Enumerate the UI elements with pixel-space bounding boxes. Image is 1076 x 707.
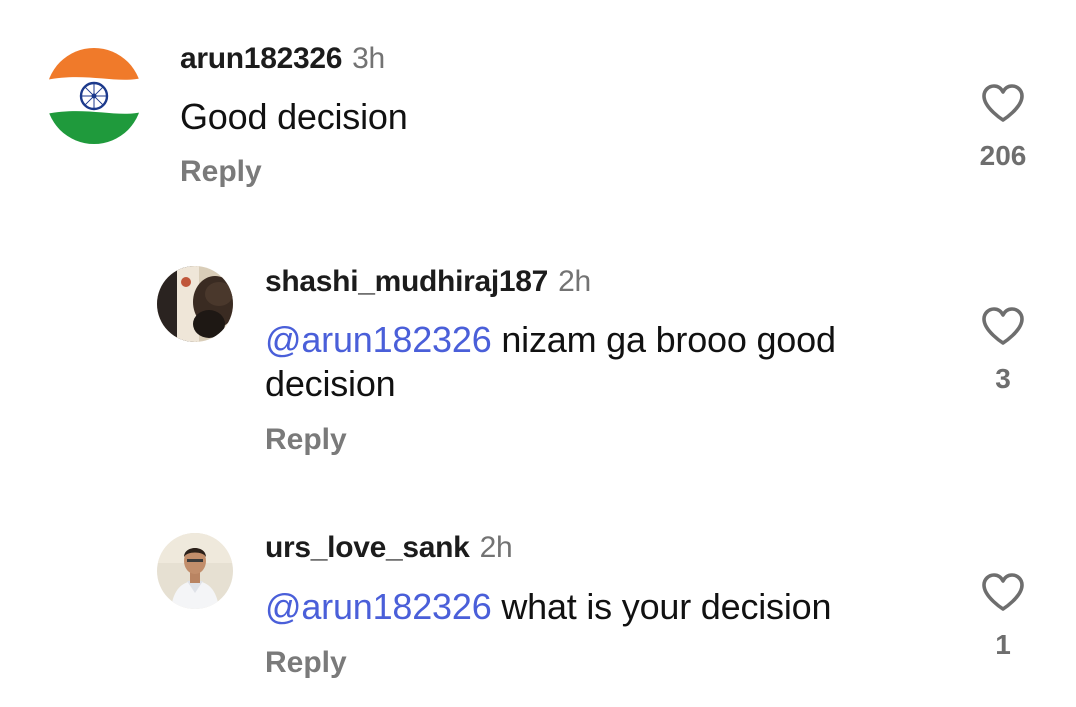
heart-icon[interactable] — [980, 82, 1026, 124]
like-count: 3 — [995, 363, 1011, 394]
like-count: 206 — [979, 140, 1027, 171]
person-photo-avatar-image — [157, 533, 233, 609]
comment-text: Good decision — [180, 96, 408, 137]
heart-icon[interactable] — [980, 305, 1026, 347]
like-count: 1 — [995, 629, 1011, 660]
comment-text: @arun182326 nizam ga brooo good decision — [265, 319, 836, 404]
comment-username[interactable]: arun182326 3h — [180, 42, 385, 76]
reply-button[interactable]: Reply — [265, 423, 347, 457]
comment-timestamp: 3h — [352, 42, 385, 75]
comment-username[interactable]: shashi_mudhiraj187 2h — [265, 265, 591, 299]
comment-timestamp: 2h — [479, 531, 513, 564]
india-flag-avatar-image — [46, 48, 142, 144]
comment-username[interactable]: urs_love_sank 2h — [265, 531, 513, 565]
avatar[interactable] — [157, 533, 233, 609]
avatar[interactable] — [157, 266, 233, 342]
heart-icon[interactable] — [980, 571, 1026, 613]
comment-timestamp: 2h — [558, 265, 591, 298]
reply-button[interactable]: Reply — [180, 155, 262, 189]
comment-thread: arun182326 3h Good decision Reply 206 sha… — [0, 0, 1076, 707]
reply-button[interactable]: Reply — [265, 646, 347, 680]
mention-link[interactable]: @arun182326 — [265, 319, 492, 360]
avatar[interactable] — [46, 48, 142, 144]
person-photo-avatar-image — [157, 266, 233, 342]
comment-text: @arun182326 what is your decision — [265, 586, 832, 627]
mention-link[interactable]: @arun182326 — [265, 586, 492, 627]
